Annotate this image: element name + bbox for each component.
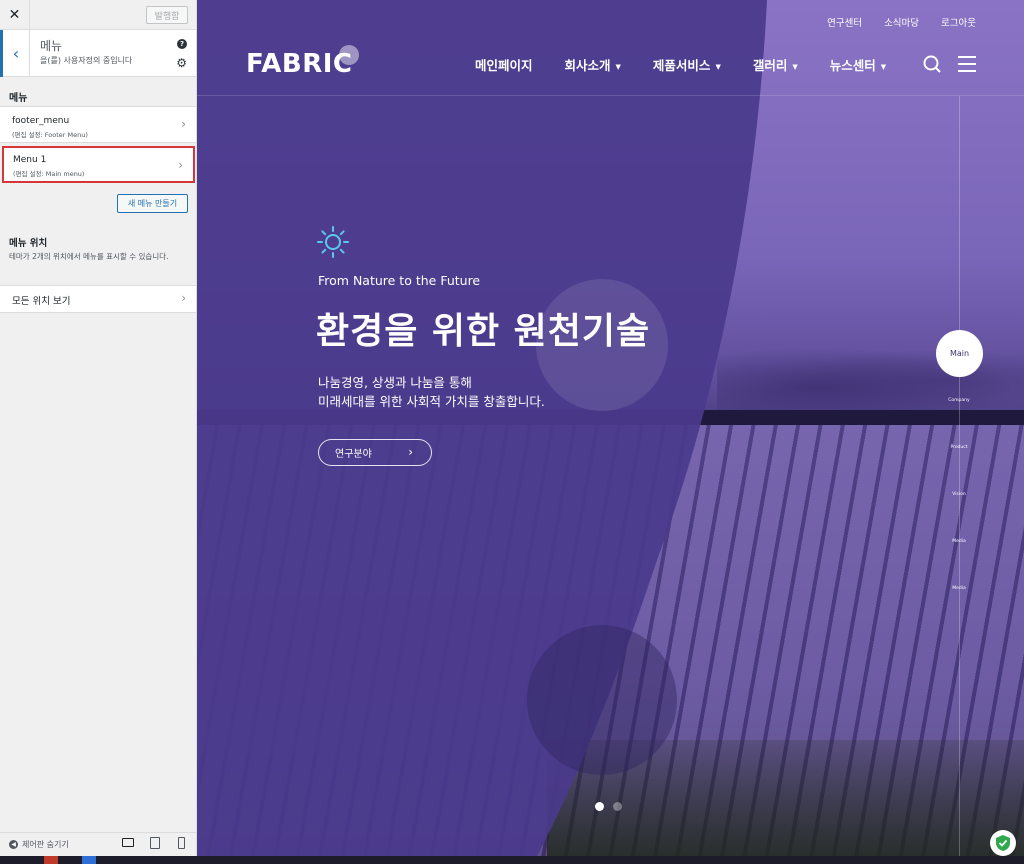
top-links: 연구센터 소식마당 로그아웃: [827, 15, 976, 29]
top-link-news[interactable]: 소식마당: [884, 15, 919, 29]
back-icon[interactable]: ‹: [0, 30, 30, 77]
hide-controls-button[interactable]: ◀ 제어판 숨기기: [9, 839, 69, 850]
search-icon[interactable]: [923, 55, 941, 73]
hero-tagline: From Nature to the Future: [318, 273, 481, 288]
research-button[interactable]: 연구분야 ›: [318, 439, 432, 466]
menu-location: (편집 설정: Footer Menu): [12, 131, 88, 139]
hero-description-line-2: 미래세대를 위한 사회적 가치를 창출합니다.: [318, 394, 545, 409]
os-taskbar: [0, 856, 1024, 864]
main-nav: 메인페이지 회사소개 ▼ 제품서비스 ▼ 갤러리 ▼ 뉴스센터 ▼: [475, 55, 886, 74]
side-nav-main[interactable]: Main: [936, 330, 983, 377]
dropdown-arrow-icon: ▼: [880, 62, 887, 71]
slider-pagination: [595, 802, 622, 811]
tablet-preview-icon[interactable]: [150, 837, 160, 849]
purple-overlay: [197, 0, 1024, 856]
chevron-right-icon: ›: [178, 158, 183, 172]
chevron-right-icon: ›: [408, 445, 413, 459]
publish-button[interactable]: 발행함: [146, 6, 188, 24]
site-logo[interactable]: FABRIC: [246, 49, 353, 79]
customizer-sidebar: ✕ 발행함 ‹ 메뉴 을(를) 사용자정의 중입니다 ? ⚙ 메뉴 footer…: [0, 0, 197, 864]
top-link-research[interactable]: 연구센터: [827, 15, 862, 29]
shield-icon[interactable]: [990, 830, 1016, 856]
section-subtitle: 을(를) 사용자정의 중입니다: [40, 56, 133, 65]
side-nav-product[interactable]: Product: [945, 445, 973, 450]
hero-description-line-1: 나눔경영, 상생과 나눔을 통해: [318, 375, 472, 390]
nav-item-products[interactable]: 제품서비스 ▼: [653, 55, 721, 74]
side-nav-line: [959, 96, 960, 856]
menus-heading: 메뉴: [9, 93, 28, 104]
view-all-locations-label: 모든 위치 보기: [12, 296, 71, 307]
hero-title: 환경을 위한 원천기술: [316, 311, 651, 352]
customizer-footer: ◀ 제어판 숨기기: [0, 832, 196, 854]
side-nav-company[interactable]: Company: [945, 398, 973, 403]
nav-item-news[interactable]: 뉴스센터 ▼: [830, 55, 886, 74]
hamburger-menu-icon[interactable]: [957, 55, 977, 73]
mobile-preview-icon[interactable]: [178, 837, 185, 849]
collapse-icon: ◀: [9, 840, 18, 849]
menu-locations-heading: 메뉴 위치: [9, 238, 48, 249]
menu-name: Menu 1: [13, 155, 47, 165]
taskbar-app-icon[interactable]: [44, 856, 58, 864]
side-nav-media[interactable]: Media: [945, 539, 973, 544]
dropdown-arrow-icon: ▼: [715, 62, 721, 71]
create-new-menu-button[interactable]: 새 메뉴 만들기: [117, 194, 188, 213]
nav-label: 뉴스센터: [829, 58, 876, 73]
nav-item-about[interactable]: 회사소개 ▼: [565, 55, 621, 74]
dropdown-arrow-icon: ▼: [792, 62, 798, 71]
nav-label: 회사소개: [564, 58, 611, 73]
menu-location: (편집 설정: Main menu): [13, 170, 85, 178]
research-button-label: 연구분야: [335, 449, 372, 460]
header-divider: [197, 95, 1024, 96]
gear-icon[interactable]: ⚙: [176, 57, 187, 69]
section-title: 메뉴: [40, 39, 63, 53]
side-nav-vision[interactable]: Vision: [945, 492, 973, 497]
nav-label: 메인페이지: [475, 58, 533, 73]
taskbar-app-icon[interactable]: [82, 856, 96, 864]
slide-dot-active[interactable]: [595, 802, 604, 811]
nav-label: 갤러리: [752, 58, 788, 73]
menu-item-footer-menu[interactable]: footer_menu (편집 설정: Footer Menu) ›: [0, 106, 196, 143]
section-header: ‹ 메뉴 을(를) 사용자정의 중입니다 ? ⚙: [0, 30, 196, 77]
menu-name: footer_menu: [12, 116, 70, 126]
nav-item-gallery[interactable]: 갤러리 ▼: [753, 55, 798, 74]
hide-controls-label: 제어판 숨기기: [22, 840, 69, 849]
close-icon[interactable]: ✕: [0, 0, 30, 30]
slide-dot[interactable]: [613, 802, 622, 811]
view-all-locations-item[interactable]: 모든 위치 보기 ›: [0, 285, 196, 313]
chevron-right-icon: ›: [181, 291, 186, 305]
side-nav-media-2[interactable]: Media: [945, 586, 973, 591]
menu-item-menu-1[interactable]: Menu 1 (편집 설정: Main menu) ›: [2, 146, 195, 183]
nav-label: 제품서비스: [652, 58, 711, 73]
desktop-preview-icon[interactable]: [122, 838, 134, 847]
site-preview: 연구센터 소식마당 로그아웃 FABRIC 메인페이지 회사소개 ▼ 제품서비스 ▼…: [197, 0, 1024, 856]
chevron-right-icon: ›: [181, 117, 186, 131]
customizer-topbar: ✕ 발행함: [0, 0, 196, 30]
dropdown-arrow-icon: ▼: [615, 62, 621, 71]
help-icon[interactable]: ?: [177, 39, 187, 49]
top-link-logout[interactable]: 로그아웃: [941, 15, 976, 29]
menu-locations-description: 테마가 2개의 위치에서 메뉴를 표시할 수 있습니다.: [9, 252, 169, 261]
nav-item-home[interactable]: 메인페이지: [475, 55, 533, 74]
sun-icon: [317, 226, 349, 258]
